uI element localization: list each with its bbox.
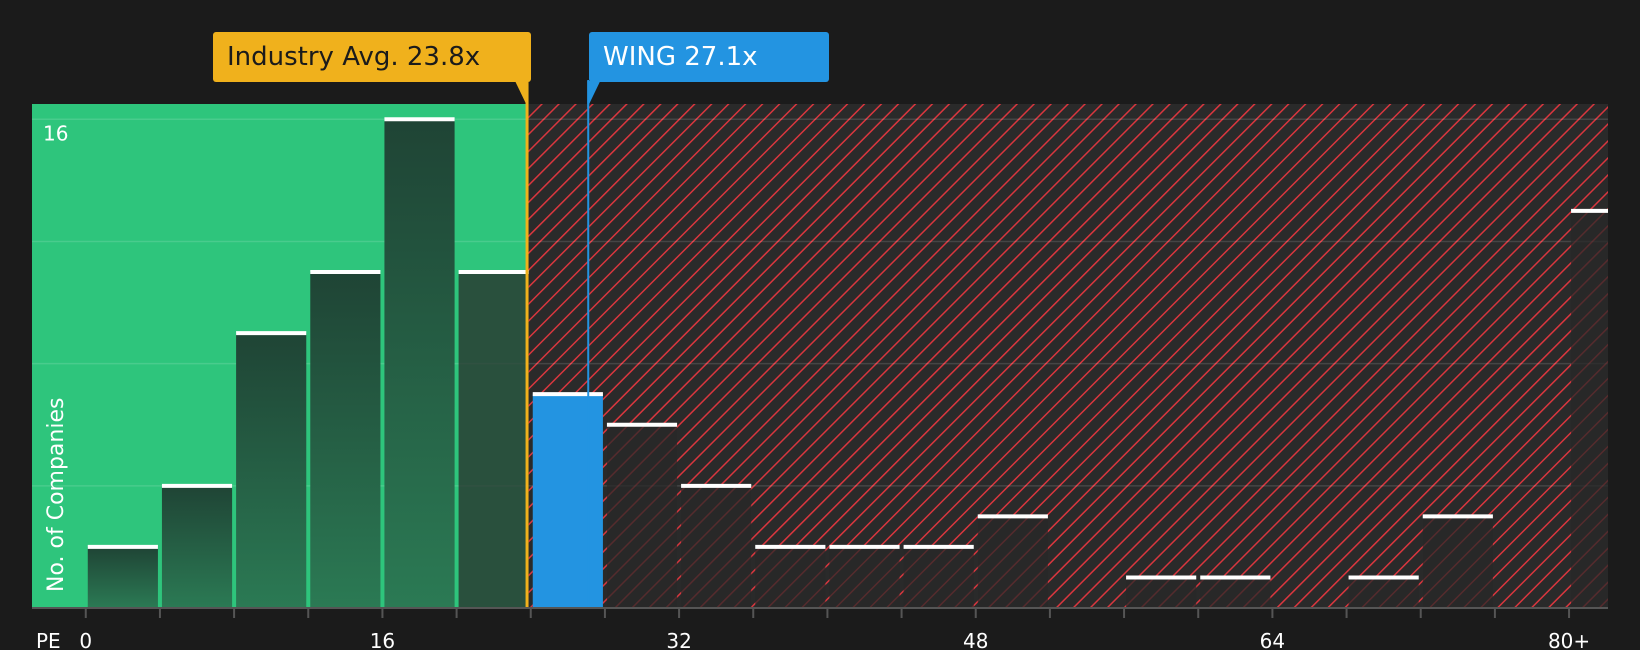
histogram-bar (1348, 577, 1419, 608)
x-tick-label: 16 (370, 629, 395, 650)
company-pe-badge: WING 27.1x (589, 32, 829, 82)
histogram-bar (829, 546, 900, 608)
histogram-bar (1126, 577, 1197, 608)
histogram-bar (384, 119, 455, 608)
company-bar (532, 394, 603, 608)
histogram-bar (236, 333, 307, 608)
x-axis-ticks: 0 16 32 48 64 80+ (79, 608, 1590, 650)
x-tick-label: 48 (963, 629, 988, 650)
histogram-bar (755, 546, 826, 608)
histogram-bar (161, 485, 233, 608)
histogram-bar (1422, 516, 1493, 608)
histogram-bar (310, 272, 381, 608)
histogram-bar (1571, 210, 1608, 608)
histogram-bar (903, 546, 974, 608)
x-axis-label: PE (36, 629, 61, 650)
x-tick-label: 0 (79, 629, 92, 650)
x-tick-label: 32 (666, 629, 691, 650)
histogram-bar (606, 424, 678, 608)
histogram-bar (458, 272, 529, 608)
y-axis-label: No. of Companies (44, 398, 69, 592)
histogram-bar (681, 485, 752, 608)
pe-histogram-chart: 0 16 32 48 64 80+ 16 No. of Companies PE (32, 80, 1608, 650)
industry-avg-badge: Industry Avg. 23.8x (213, 32, 531, 82)
histogram-bar (87, 546, 158, 608)
histogram-bar (977, 516, 1048, 608)
x-tick-label: 64 (1260, 629, 1285, 650)
y-tick-label: 16 (43, 121, 68, 145)
histogram-bar (1200, 577, 1271, 608)
x-tick-label: 80+ (1548, 629, 1590, 650)
